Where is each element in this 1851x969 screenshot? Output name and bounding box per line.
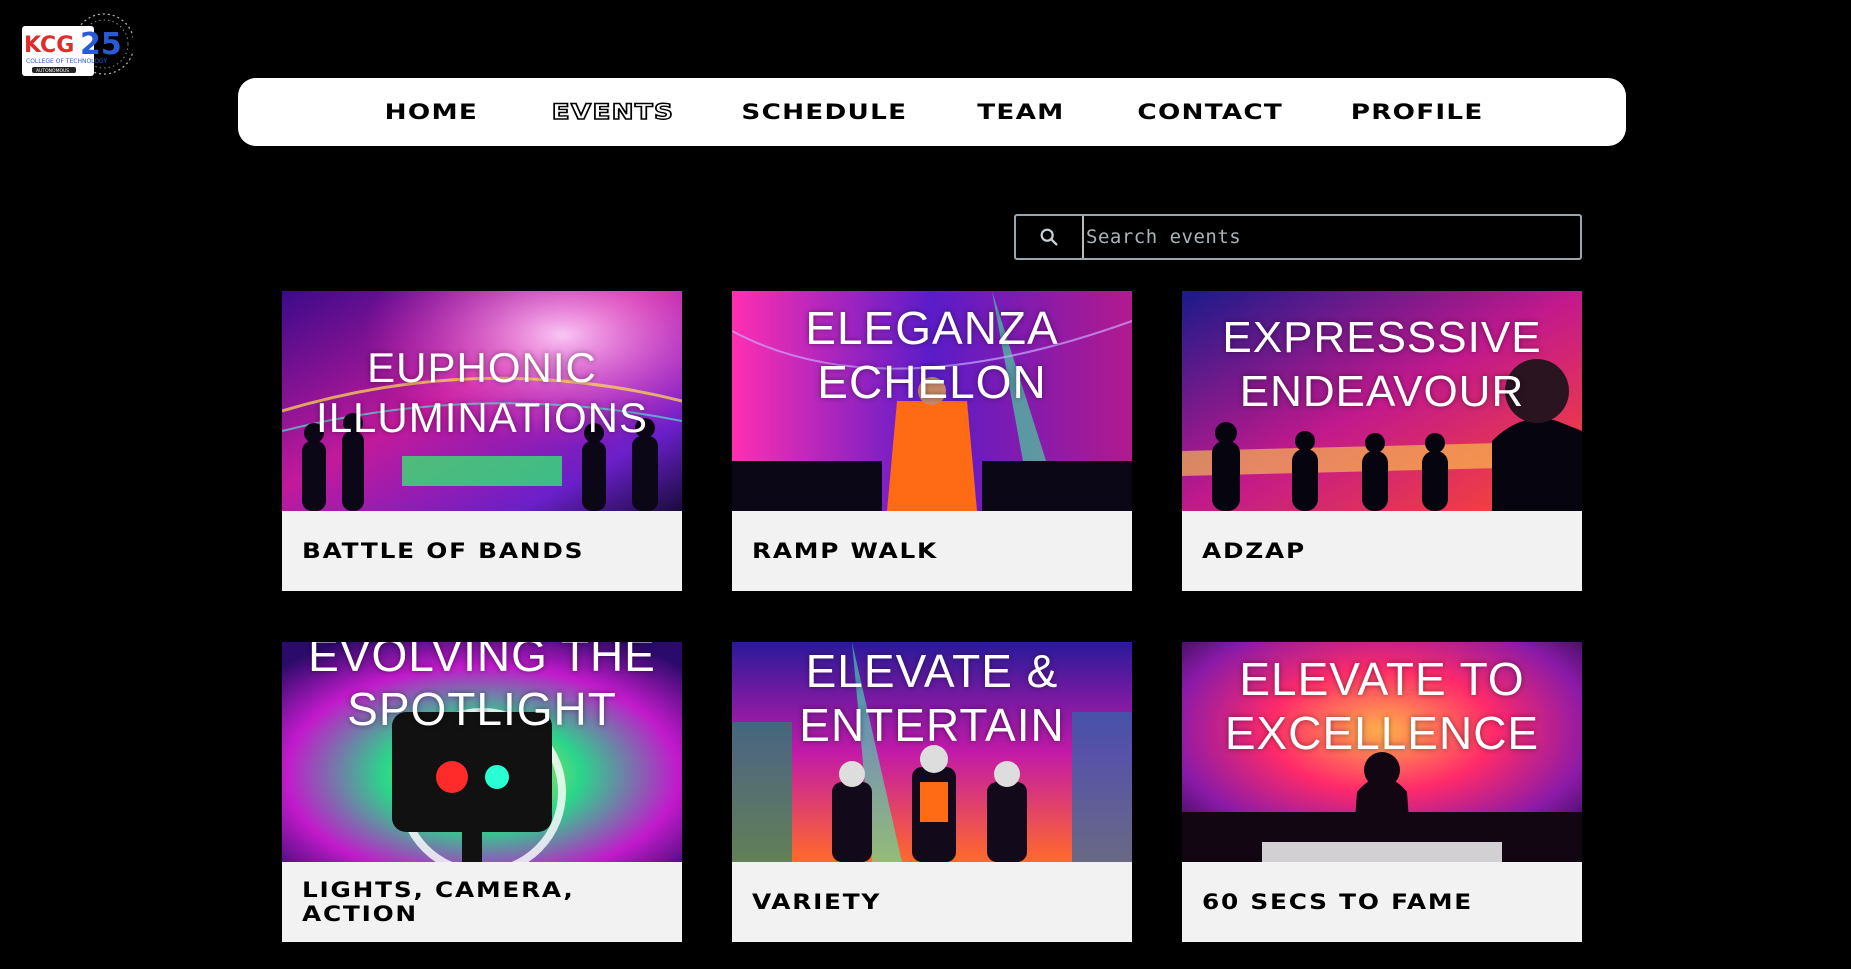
event-image-title: EVOLVING THE SPOTLIGHT bbox=[308, 642, 656, 735]
kcg-logo-icon: KCG 25 COLLEGE OF TECHNOLOGY AUTONOMOUS bbox=[22, 13, 135, 76]
search-icon bbox=[1040, 228, 1058, 246]
nav-schedule[interactable]: SCHEDULE bbox=[741, 100, 907, 124]
event-image: EUPHONIC ILLUMINATIONS bbox=[282, 291, 682, 511]
event-name: VARIETY bbox=[752, 890, 882, 914]
event-image: ELEVATE & ENTERTAIN bbox=[732, 642, 1132, 862]
event-image-title: ELEGANZA ECHELON bbox=[805, 302, 1059, 408]
event-card-60-secs-to-fame[interactable]: ELEVATE TO EXCELLENCE 60 SECS TO FAME bbox=[1182, 642, 1582, 942]
event-name: RAMP WALK bbox=[752, 539, 939, 563]
event-image: EVOLVING THE SPOTLIGHT bbox=[282, 642, 682, 862]
event-card-adzap[interactable]: EXPRESSSIVE ENDEAVOUR ADZAP bbox=[1182, 291, 1582, 591]
event-label-container: RAMP WALK bbox=[732, 511, 1132, 591]
event-card-ramp-walk[interactable]: ELEGANZA ECHELON RAMP WALK bbox=[732, 291, 1132, 591]
event-name: 60 SECS TO FAME bbox=[1202, 890, 1474, 914]
nav-events[interactable]: EVENTS bbox=[551, 99, 674, 124]
event-name: BATTLE OF BANDS bbox=[302, 539, 585, 563]
svg-text:AUTONOMOUS: AUTONOMOUS bbox=[36, 68, 69, 74]
nav-profile[interactable]: PROFILE bbox=[1351, 100, 1484, 124]
svg-text:COLLEGE OF TECHNOLOGY: COLLEGE OF TECHNOLOGY bbox=[26, 58, 107, 65]
nav-contact[interactable]: CONTACT bbox=[1137, 100, 1283, 124]
event-label-container: 60 SECS TO FAME bbox=[1182, 862, 1582, 942]
event-image-title: ELEVATE & ENTERTAIN bbox=[799, 645, 1065, 751]
search-input[interactable] bbox=[1082, 216, 1580, 258]
event-image: ELEVATE TO EXCELLENCE bbox=[1182, 642, 1582, 862]
event-label-container: ADZAP bbox=[1182, 511, 1582, 591]
event-name: LIGHTS, CAMERA, ACTION bbox=[302, 878, 575, 926]
event-name: ADZAP bbox=[1202, 539, 1306, 563]
events-grid: EUPHONIC ILLUMINATIONS BATTLE OF BANDS E… bbox=[282, 291, 1582, 942]
nav-team[interactable]: TEAM bbox=[977, 100, 1064, 124]
event-image: ELEGANZA ECHELON bbox=[732, 291, 1132, 511]
event-image-title: ELEVATE TO EXCELLENCE bbox=[1224, 653, 1540, 759]
nav-home[interactable]: HOME bbox=[384, 100, 477, 124]
event-image: EXPRESSSIVE ENDEAVOUR bbox=[1182, 291, 1582, 511]
event-card-battle-of-bands[interactable]: EUPHONIC ILLUMINATIONS BATTLE OF BANDS bbox=[282, 291, 682, 591]
event-label-container: VARIETY bbox=[732, 862, 1132, 942]
event-card-lights-camera-action[interactable]: EVOLVING THE SPOTLIGHT LIGHTS, CAMERA, A… bbox=[282, 642, 682, 942]
main-navigation: HOME EVENTS SCHEDULE TEAM CONTACT PROFIL… bbox=[238, 78, 1626, 146]
svg-text:KCG: KCG bbox=[24, 33, 74, 58]
college-logo[interactable]: KCG 25 COLLEGE OF TECHNOLOGY AUTONOMOUS bbox=[18, 8, 135, 78]
event-label-container: BATTLE OF BANDS bbox=[282, 511, 682, 591]
event-card-variety[interactable]: ELEVATE & ENTERTAIN VARIETY bbox=[732, 642, 1132, 942]
svg-text:25: 25 bbox=[80, 27, 122, 62]
event-image-title: EXPRESSSIVE ENDEAVOUR bbox=[1222, 313, 1542, 416]
event-image-title: EUPHONIC ILLUMINATIONS bbox=[316, 344, 648, 441]
event-label-container: LIGHTS, CAMERA, ACTION bbox=[282, 862, 682, 942]
search-bar bbox=[1014, 214, 1582, 260]
